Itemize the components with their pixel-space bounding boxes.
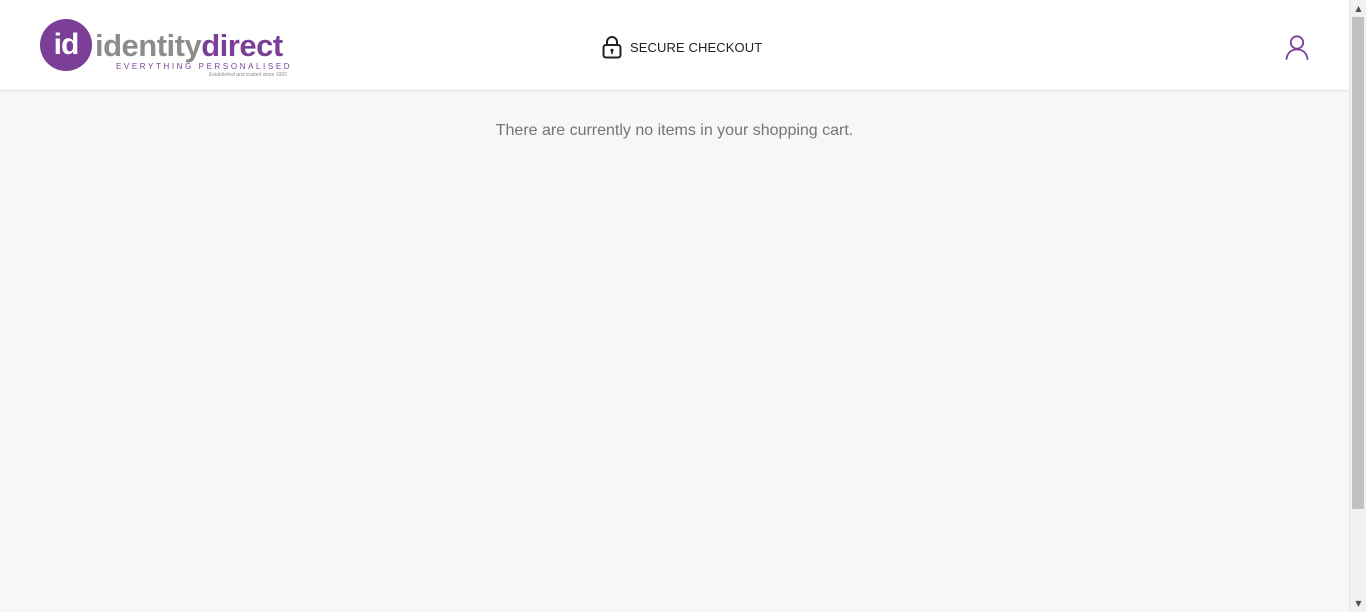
scrollbar-thumb[interactable] (1352, 17, 1364, 509)
lock-icon (602, 35, 622, 59)
logo-established-text: Established and trusted since 1992. (209, 72, 289, 78)
account-button[interactable] (1283, 33, 1311, 61)
site-header: id identitydirect EVERYTHING PERSONALISE… (0, 0, 1349, 91)
scroll-down-arrow-icon[interactable]: ▼ (1350, 595, 1366, 612)
user-icon (1283, 33, 1311, 61)
logo-badge: id (40, 19, 92, 71)
logo-word-identity: identity (95, 28, 202, 63)
logo-word-direct: direct (201, 28, 283, 63)
identitydirect-logo[interactable]: id identitydirect EVERYTHING PERSONALISE… (40, 19, 315, 81)
logo-wordmark: identitydirect (95, 28, 283, 64)
secure-checkout-label: SECURE CHECKOUT (630, 39, 763, 55)
page: id identitydirect EVERYTHING PERSONALISE… (0, 0, 1349, 612)
secure-checkout-indicator: SECURE CHECKOUT (602, 35, 762, 59)
scroll-up-arrow-icon[interactable]: ▲ (1350, 0, 1366, 17)
vertical-scrollbar[interactable]: ▲ ▼ (1349, 0, 1366, 612)
logo-tagline: EVERYTHING PERSONALISED (116, 62, 293, 71)
empty-cart-message: There are currently no items in your sho… (495, 122, 854, 139)
